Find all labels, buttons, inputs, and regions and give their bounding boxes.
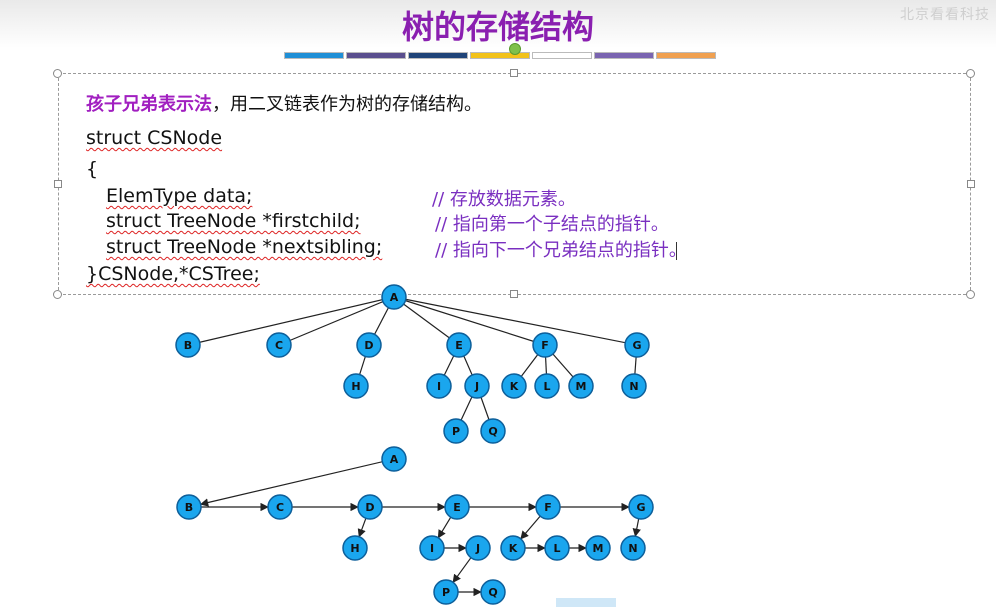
tree1-node-D: D [356, 332, 382, 358]
svg-text:D: D [364, 339, 373, 352]
tree1-node-P: P [443, 418, 469, 444]
svg-text:J: J [474, 380, 479, 393]
svg-text:Q: Q [488, 425, 497, 438]
svg-text:J: J [475, 542, 480, 555]
svg-text:N: N [629, 380, 638, 393]
tree2-node-I: I [419, 535, 445, 561]
tree2-firstchild-G-N [632, 518, 641, 538]
svg-text:L: L [543, 380, 550, 393]
tree2-firstchild-E-I [437, 516, 452, 539]
decorative-blob [556, 598, 616, 607]
svg-text:H: H [351, 380, 360, 393]
tree2-node-N: N [620, 535, 646, 561]
tree-diagrams: A B C D E F G H I J K L M N P Q A B C D E F G H I J K L M N P Q [175, 284, 654, 605]
tree1-node-G: G [624, 332, 650, 358]
tree2-node-F: F [535, 494, 561, 520]
tree2-node-M: M [585, 535, 611, 561]
tree2-node-K: K [500, 535, 526, 561]
svg-text:I: I [437, 380, 441, 393]
tree2-firstchild-D-H [357, 518, 367, 538]
tree2-node-H: H [342, 535, 368, 561]
svg-text:D: D [365, 501, 374, 514]
tree1-edge-A-G [393, 296, 638, 346]
svg-text:N: N [628, 542, 637, 555]
svg-text:K: K [509, 542, 518, 555]
tree2-node-A: A [381, 446, 407, 472]
tree1-node-B: B [175, 332, 201, 358]
tree2-node-Q: Q [480, 579, 506, 605]
svg-text:A: A [390, 291, 399, 304]
svg-text:B: B [184, 339, 192, 352]
tree1-node-A: A [381, 284, 407, 310]
svg-text:G: G [636, 501, 645, 514]
svg-text:F: F [541, 339, 549, 352]
tree1-node-C: C [266, 332, 292, 358]
tree1-node-Q: Q [480, 418, 506, 444]
tree2-node-L: L [544, 535, 570, 561]
svg-text:C: C [275, 339, 283, 352]
svg-text:M: M [593, 542, 604, 555]
svg-text:G: G [632, 339, 641, 352]
svg-text:I: I [430, 542, 434, 555]
tree2-node-G: G [628, 494, 654, 520]
tree1-node-N: N [621, 373, 647, 399]
svg-text:K: K [510, 380, 519, 393]
svg-text:B: B [185, 501, 193, 514]
tree2-node-B: B [176, 494, 202, 520]
svg-text:P: P [452, 425, 460, 438]
tree2-firstchild-J-P [452, 557, 472, 583]
tree1-node-J: J [464, 373, 490, 399]
svg-text:C: C [276, 501, 284, 514]
tree2-firstchild-F-K [520, 515, 541, 540]
tree2-node-P: P [433, 579, 459, 605]
tree1-node-F: F [532, 332, 558, 358]
svg-text:H: H [350, 542, 359, 555]
svg-text:L: L [553, 542, 560, 555]
tree2-node-J: J [465, 535, 491, 561]
svg-text:E: E [453, 501, 461, 514]
tree1-node-H: H [343, 373, 369, 399]
svg-text:M: M [576, 380, 587, 393]
tree1-node-M: M [568, 373, 594, 399]
tree2-node-C: C [267, 494, 293, 520]
tree2-firstchild-A-B [199, 461, 383, 507]
tree2-node-E: E [444, 494, 470, 520]
svg-text:P: P [442, 586, 450, 599]
svg-text:Q: Q [488, 586, 497, 599]
tree1-node-K: K [501, 373, 527, 399]
tree2-node-D: D [357, 494, 383, 520]
tree1-node-E: E [446, 332, 472, 358]
svg-text:F: F [544, 501, 552, 514]
svg-text:A: A [390, 453, 399, 466]
tree1-node-I: I [426, 373, 452, 399]
tree1-node-L: L [534, 373, 560, 399]
svg-text:E: E [455, 339, 463, 352]
